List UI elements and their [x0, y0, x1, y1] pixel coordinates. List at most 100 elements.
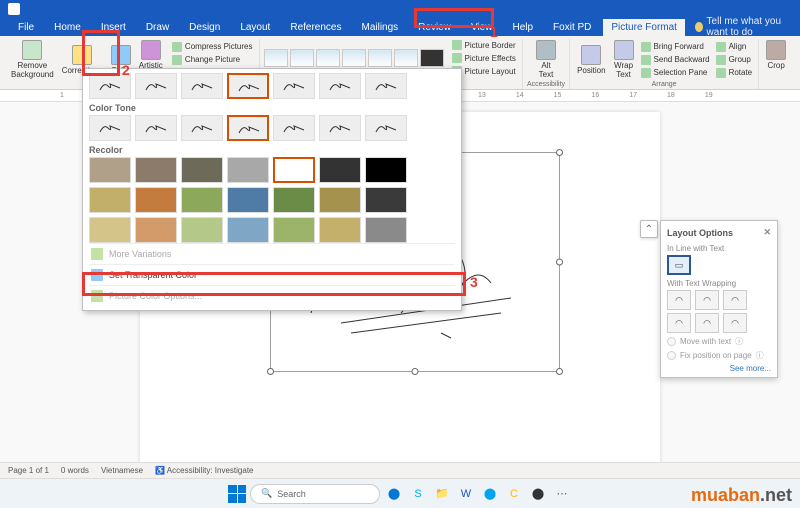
see-more-link[interactable]: See more... — [667, 364, 771, 373]
saturation-swatch[interactable] — [135, 73, 177, 99]
selection-pane-button[interactable]: Selection Pane — [639, 67, 712, 79]
recolor-swatch[interactable] — [319, 217, 361, 243]
alt-text-button[interactable]: Alt Text — [533, 39, 559, 80]
recolor-swatch[interactable] — [135, 187, 177, 213]
tone-swatch[interactable] — [227, 115, 269, 141]
style-preset[interactable] — [290, 49, 314, 67]
recolor-swatch[interactable] — [227, 157, 269, 183]
recolor-swatch[interactable] — [365, 157, 407, 183]
saturation-swatch[interactable] — [273, 73, 315, 99]
taskbar-app-icon[interactable]: C — [504, 484, 524, 504]
tone-swatch[interactable] — [365, 115, 407, 141]
set-transparent-color-item[interactable]: Set Transparent Color — [89, 264, 455, 285]
wrap-through[interactable]: ◠ — [723, 290, 747, 310]
wrap-inline[interactable]: ▭ — [667, 255, 691, 275]
recolor-swatch[interactable] — [273, 217, 315, 243]
taskbar-app-icon[interactable]: S — [408, 484, 428, 504]
page-indicator[interactable]: Page 1 of 1 — [8, 466, 49, 475]
position-button[interactable]: Position — [574, 44, 608, 76]
taskbar-app-icon[interactable]: 📁 — [432, 484, 452, 504]
align-button[interactable]: Align — [714, 41, 755, 53]
tab-mailings[interactable]: Mailings — [353, 19, 406, 36]
tab-file[interactable]: File — [10, 19, 42, 36]
wrap-tight[interactable]: ◠ — [695, 290, 719, 310]
style-preset[interactable] — [394, 49, 418, 67]
recolor-swatch[interactable] — [227, 187, 269, 213]
compress-pictures-button[interactable]: Compress Pictures — [170, 41, 255, 53]
tab-draw[interactable]: Draw — [138, 19, 177, 36]
word-count[interactable]: 0 words — [61, 466, 89, 475]
accessibility-status[interactable]: ♿ Accessibility: Investigate — [155, 466, 253, 475]
taskbar-app-icon[interactable]: ⋯ — [552, 484, 572, 504]
crop-button[interactable]: Crop — [763, 39, 789, 71]
language-indicator[interactable]: Vietnamese — [101, 466, 143, 475]
wrap-topbottom[interactable]: ◠ — [667, 313, 691, 333]
layout-options-toggle[interactable]: ⌃ — [640, 220, 658, 238]
style-preset[interactable] — [316, 49, 340, 67]
taskbar-app-icon[interactable]: ⬤ — [480, 484, 500, 504]
saturation-swatch[interactable] — [365, 73, 407, 99]
recolor-swatch[interactable] — [273, 187, 315, 213]
recolor-swatch[interactable] — [181, 217, 223, 243]
tab-foxit[interactable]: Foxit PD — [545, 19, 599, 36]
saturation-swatch[interactable] — [227, 73, 269, 99]
taskbar-search[interactable]: 🔍 Search — [250, 484, 380, 504]
tab-review[interactable]: Review — [410, 19, 459, 36]
picture-effects-button[interactable]: Picture Effects — [450, 52, 518, 64]
tab-help[interactable]: Help — [504, 19, 541, 36]
resize-handle[interactable] — [556, 149, 563, 156]
tell-me-search[interactable]: Tell me what you want to do — [695, 16, 800, 38]
resize-handle[interactable] — [556, 259, 563, 266]
move-with-text-radio[interactable]: Move with text ⓘ — [667, 336, 771, 347]
recolor-swatch[interactable] — [365, 187, 407, 213]
taskbar-app-icon[interactable]: W — [456, 484, 476, 504]
wrap-square[interactable]: ◠ — [667, 290, 691, 310]
tab-picture-format[interactable]: Picture Format — [603, 19, 685, 36]
tone-swatch[interactable] — [181, 115, 223, 141]
recolor-swatch[interactable] — [319, 187, 361, 213]
change-picture-button[interactable]: Change Picture — [170, 54, 255, 66]
fix-position-radio[interactable]: Fix position on page ⓘ — [667, 350, 771, 361]
recolor-swatch[interactable] — [273, 157, 315, 183]
tab-home[interactable]: Home — [46, 19, 89, 36]
tab-design[interactable]: Design — [181, 19, 228, 36]
resize-handle[interactable] — [267, 368, 274, 375]
resize-handle[interactable] — [412, 368, 419, 375]
recolor-swatch[interactable] — [365, 217, 407, 243]
style-preset[interactable] — [420, 49, 444, 67]
recolor-swatch[interactable] — [135, 217, 177, 243]
tab-insert[interactable]: Insert — [93, 19, 134, 36]
tone-swatch[interactable] — [89, 115, 131, 141]
recolor-swatch[interactable] — [135, 157, 177, 183]
bring-forward-button[interactable]: Bring Forward — [639, 41, 712, 53]
recolor-swatch[interactable] — [89, 187, 131, 213]
group-button[interactable]: Group — [714, 54, 755, 66]
recolor-swatch[interactable] — [227, 217, 269, 243]
recolor-swatch[interactable] — [181, 157, 223, 183]
saturation-swatch[interactable] — [319, 73, 361, 99]
resize-handle[interactable] — [556, 368, 563, 375]
wrap-text-button[interactable]: Wrap Text — [611, 39, 637, 80]
remove-background-button[interactable]: Remove Background — [8, 39, 57, 80]
tab-layout[interactable]: Layout — [232, 19, 278, 36]
style-preset[interactable] — [342, 49, 366, 67]
style-preset[interactable] — [368, 49, 392, 67]
tone-swatch[interactable] — [273, 115, 315, 141]
recolor-swatch[interactable] — [89, 157, 131, 183]
close-icon[interactable]: ✕ — [763, 227, 771, 238]
tone-swatch[interactable] — [135, 115, 177, 141]
start-button[interactable] — [228, 485, 246, 503]
style-preset[interactable] — [264, 49, 288, 67]
taskbar-app-icon[interactable]: ⬤ — [528, 484, 548, 504]
wrap-behind[interactable]: ◠ — [695, 313, 719, 333]
taskbar-app-icon[interactable]: ⬤ — [384, 484, 404, 504]
wrap-front[interactable]: ◠ — [723, 313, 747, 333]
tab-references[interactable]: References — [282, 19, 349, 36]
saturation-swatch[interactable] — [181, 73, 223, 99]
recolor-swatch[interactable] — [181, 187, 223, 213]
recolor-swatch[interactable] — [89, 217, 131, 243]
send-backward-button[interactable]: Send Backward — [639, 54, 712, 66]
picture-border-button[interactable]: Picture Border — [450, 39, 518, 51]
rotate-button[interactable]: Rotate — [714, 67, 755, 79]
tone-swatch[interactable] — [319, 115, 361, 141]
